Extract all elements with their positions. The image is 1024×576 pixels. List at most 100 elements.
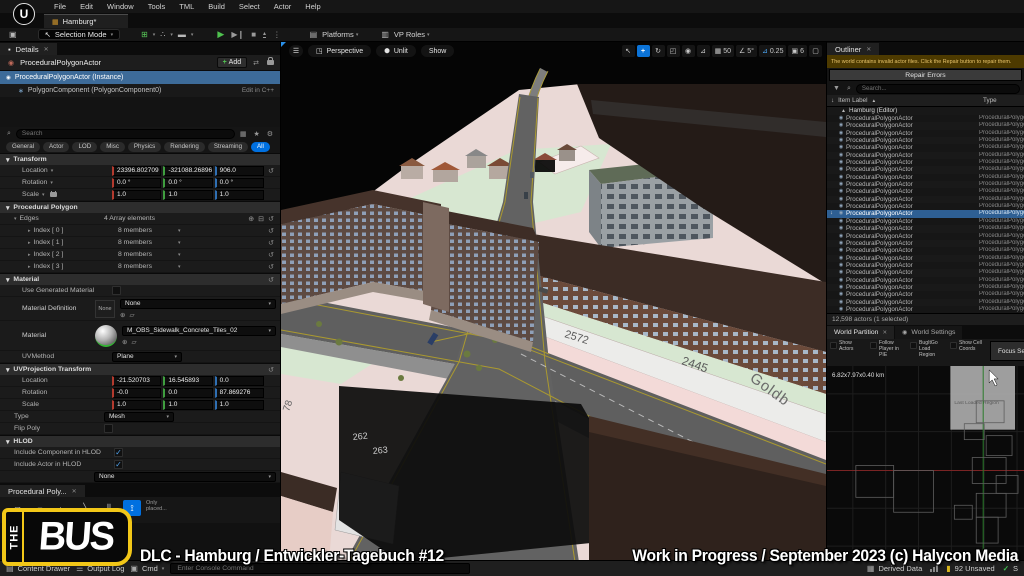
close-icon[interactable]: ✕	[882, 330, 887, 336]
view-mode-dropdown[interactable]: ⬤ Unlit	[376, 45, 416, 57]
toggle-bugitgo-load-region[interactable]: BugItGo Load Region	[910, 341, 947, 359]
vp-roles-dropdown[interactable]: VP Roles	[394, 30, 425, 39]
reset-icon[interactable]: ↺	[266, 263, 276, 271]
chevron-down-icon[interactable]: ▾	[51, 168, 54, 174]
rotation-x-field[interactable]: 0.0 °	[112, 178, 161, 188]
scale-snap-button[interactable]: ⊿0.25	[759, 45, 787, 57]
section-procedural-polygon[interactable]: ▾ Procedural Polygon	[0, 201, 280, 213]
section-uv-projection[interactable]: ▾ UVProjection Transform ↺	[0, 363, 280, 375]
tab-outliner[interactable]: Outliner ✕	[827, 43, 879, 55]
outliner-row[interactable]: ◉ProceduralPolygonActorProceduralPolygon…	[827, 269, 1024, 276]
chevron-right-icon[interactable]: ▸	[28, 240, 31, 246]
rotation-y-field[interactable]: 0.0 °	[163, 178, 212, 188]
use-asset-icon[interactable]: ⊕	[120, 311, 125, 319]
menu-item-tools[interactable]: Tools	[148, 2, 166, 11]
outliner-row[interactable]: ◉ProceduralPolygonActorProceduralPolygon…	[827, 152, 1024, 159]
outliner-row[interactable]: ◉ProceduralPolygonActorProceduralPolygon…	[827, 299, 1024, 306]
scale-lock-icon[interactable]	[50, 192, 57, 197]
filter-chip-misc[interactable]: Misc	[100, 142, 125, 152]
location-label[interactable]: Location	[22, 167, 48, 174]
filter-chip-streaming[interactable]: Streaming	[208, 142, 248, 152]
add-element-icon[interactable]: ⊕	[246, 215, 256, 223]
flip-poly-checkbox[interactable]	[104, 424, 113, 433]
menu-item-window[interactable]: Window	[107, 2, 134, 11]
chevron-down-icon[interactable]: ▾	[178, 264, 181, 270]
include-actor-hlod-checkbox[interactable]: ✓	[114, 460, 123, 469]
material-definition-thumbnail[interactable]: None	[95, 300, 115, 318]
menu-item-select[interactable]: Select	[239, 2, 260, 11]
reset-icon[interactable]: ↺	[266, 215, 276, 223]
chevron-down-icon[interactable]: ▾	[178, 240, 181, 246]
scale-x-field[interactable]: 1.0	[112, 190, 161, 200]
menu-item-tml[interactable]: TML	[179, 2, 194, 11]
chevron-down-icon[interactable]: ▾	[191, 32, 194, 38]
filter-chip-actor[interactable]: Actor	[43, 142, 69, 152]
stop-button[interactable]: ■	[251, 30, 256, 39]
uv-scale-z-field[interactable]: 1.0	[215, 400, 264, 410]
reset-icon[interactable]: ↺	[266, 227, 276, 235]
checkbox[interactable]	[910, 342, 917, 349]
viewport-3d[interactable]: 2572 2445 Goldb 262 263 78 ☰ ◳ Perspecti…	[281, 42, 826, 560]
chevron-down-icon[interactable]: ▾	[50, 180, 53, 186]
move-tool-button[interactable]: +	[637, 45, 650, 57]
grid-view-icon[interactable]: ▦	[238, 130, 249, 138]
reset-icon[interactable]: ↺	[266, 239, 276, 247]
grid-snap-button[interactable]: ▦50	[712, 45, 734, 57]
polygon-tool-distance-icon[interactable]: ⫼	[100, 500, 118, 516]
component-tree-polygon-row[interactable]: ∗ PolygonComponent (PolygonComponent0) E…	[0, 84, 280, 97]
outliner-row[interactable]: ◉ProceduralPolygonActorProceduralPolygon…	[827, 174, 1024, 181]
surface-snap-button[interactable]: ⊿	[697, 45, 710, 57]
uv-scale-x-field[interactable]: 1.0	[112, 400, 161, 410]
chevron-down-icon[interactable]: ▾	[14, 216, 17, 222]
unreal-logo[interactable]: U	[13, 3, 35, 25]
section-transform[interactable]: ▾ Transform	[0, 153, 280, 165]
settings-gear-icon[interactable]: ⚙	[265, 130, 275, 138]
arrow-down-icon[interactable]: ↓	[831, 97, 834, 104]
checkbox[interactable]	[870, 342, 877, 349]
outliner-row[interactable]: ◉ProceduralPolygonActorProceduralPolygon…	[827, 166, 1024, 173]
rotation-snap-button[interactable]: ∠5°	[736, 45, 757, 57]
world-space-button[interactable]: ◉	[682, 45, 695, 57]
scale-label[interactable]: Scale	[22, 191, 39, 198]
blueprints-icon[interactable]: ∴	[157, 30, 168, 39]
menu-item-build[interactable]: Build	[208, 2, 225, 11]
eject-button[interactable]: ▴	[263, 32, 266, 38]
close-icon[interactable]: ✕	[44, 46, 49, 53]
maximize-viewport-button[interactable]: ▢	[809, 45, 822, 57]
type-dropdown[interactable]: Mesh ▾	[104, 412, 174, 422]
outliner-row[interactable]: ◉ProceduralPolygonActorProceduralPolygon…	[827, 130, 1024, 137]
repair-errors-button[interactable]: Repair Errors	[829, 69, 1022, 81]
tab-world-settings[interactable]: ◉ World Settings	[895, 326, 962, 339]
close-icon[interactable]: ✕	[72, 488, 77, 495]
reset-icon[interactable]: ↺	[268, 276, 274, 284]
filter-chip-general[interactable]: General	[6, 142, 40, 152]
filter-chip-rendering[interactable]: Rendering	[164, 142, 205, 152]
include-component-hlod-checkbox[interactable]: ✓	[114, 448, 123, 457]
source-control-button[interactable]: ✓ S	[1003, 564, 1018, 573]
material-dropdown[interactable]: M_OBS_Sidewalk_Concrete_Tiles_02 ▾	[122, 326, 276, 336]
location-x-field[interactable]: 23396.802709	[112, 166, 161, 176]
camera-speed-button[interactable]: ▣6	[788, 45, 807, 57]
unsaved-button[interactable]: ▮ 92 Unsaved	[946, 564, 994, 573]
use-asset-icon[interactable]: ⊕	[122, 338, 127, 346]
level-tab-hamburg[interactable]: ▦ Hamburg*	[44, 14, 128, 28]
select-tool-button[interactable]: ↖	[622, 45, 635, 57]
outliner-row[interactable]: ↓◉ProceduralPolygonActorProceduralPolygo…	[827, 210, 1024, 217]
chevron-right-icon[interactable]: ▸	[28, 252, 31, 258]
reset-icon[interactable]: ↺	[268, 366, 274, 374]
cmd-dropdown[interactable]: ▣ Cmd ▾	[130, 564, 164, 573]
trash-icon[interactable]: ⊟	[256, 215, 266, 223]
browse-folder-icon[interactable]: ▱	[129, 311, 134, 319]
quick-add-icon[interactable]: ⊞	[138, 30, 151, 39]
play-options-kebab-icon[interactable]: ⋮	[273, 30, 281, 39]
polygon-tool-snap-icon[interactable]: ⟟	[123, 500, 141, 516]
perspective-dropdown[interactable]: ◳ Perspective	[308, 45, 371, 57]
uv-method-dropdown[interactable]: Plane ▾	[112, 352, 182, 362]
location-z-field[interactable]: 906.0	[215, 166, 264, 176]
toggle-follow-player-in-pie[interactable]: Follow Player in PIE	[870, 341, 907, 359]
save-icon[interactable]: ▣	[6, 30, 20, 39]
chevron-right-icon[interactable]: ▸	[28, 264, 31, 270]
world-partition-minimap[interactable]: 6.82x7.97x0.40 km Last Loaded Region	[827, 366, 1024, 560]
uv-location-y-field[interactable]: 16.545893	[163, 376, 212, 386]
uv-location-x-field[interactable]: -21.520703	[112, 376, 161, 386]
